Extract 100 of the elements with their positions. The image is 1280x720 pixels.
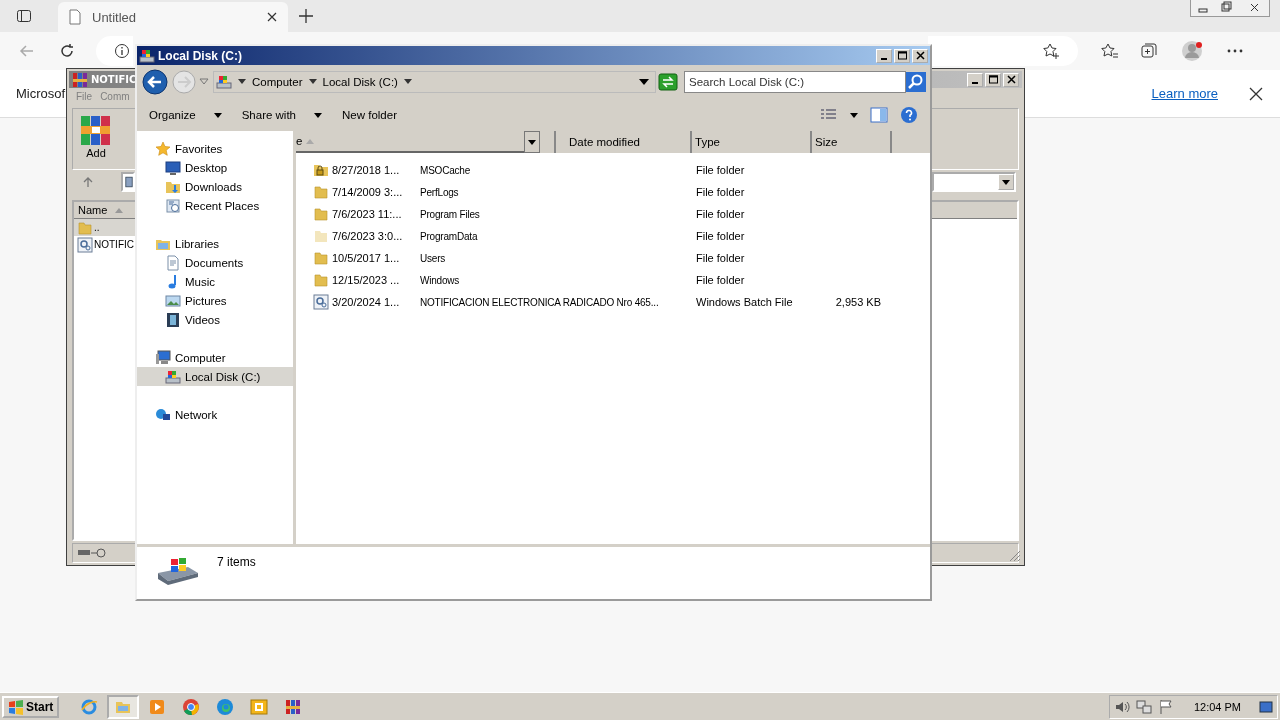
tab-actions-icon[interactable] — [16, 8, 32, 24]
table-cell[interactable]: NOTIFICACION ELECTRONICA RADICADO Nro 465... — [420, 296, 696, 308]
breadcrumb-item[interactable]: Local Disk (C:) — [322, 76, 398, 88]
maximize-button[interactable] — [894, 48, 910, 63]
close-icon[interactable] — [1248, 85, 1264, 102]
show-desktop-icon[interactable] — [1259, 699, 1273, 714]
nav-item[interactable]: Documents — [137, 253, 293, 272]
nav-item[interactable]: Network — [137, 405, 293, 424]
add-favorite-icon[interactable] — [1042, 42, 1060, 60]
table-cell[interactable]: Windows — [420, 274, 696, 286]
refresh-icon[interactable] — [58, 42, 76, 60]
caret-icon[interactable] — [403, 79, 412, 85]
help-icon[interactable] — [900, 106, 918, 124]
favorites-icon[interactable] — [1100, 42, 1118, 60]
flag-icon[interactable] — [1157, 698, 1174, 715]
new-tab-icon[interactable] — [298, 8, 314, 24]
drive-icon — [216, 74, 232, 90]
table-cell[interactable]: ProgramData — [420, 230, 696, 242]
column-header[interactable]: Name — [74, 202, 134, 218]
table-cell-text: 7/6/2023 3:0... — [332, 230, 404, 242]
caret-icon[interactable] — [308, 79, 317, 85]
column-header[interactable]: Type — [692, 131, 812, 153]
search-icon[interactable] — [906, 72, 926, 92]
address-bar[interactable] — [96, 36, 133, 66]
caret-icon[interactable] — [238, 79, 246, 85]
table-cell[interactable]: PerfLogs — [420, 186, 696, 198]
table-cell-text: 3/20/2024 1... — [332, 296, 401, 308]
drive-key-icon — [77, 547, 107, 559]
folder-icon — [313, 206, 329, 222]
maximize-button[interactable] — [985, 72, 1001, 87]
back-button[interactable] — [141, 68, 169, 96]
network-icon — [155, 406, 171, 423]
caret-icon[interactable] — [850, 112, 858, 118]
table-cell[interactable]: MSOCache — [420, 164, 696, 176]
archive-books-icon — [79, 113, 113, 147]
column-header[interactable]: Date modified — [556, 131, 692, 153]
mail-app-icon — [250, 697, 269, 716]
item-count: 7 items — [217, 555, 256, 569]
minimize-button[interactable] — [876, 48, 892, 63]
folder-icon — [77, 219, 93, 236]
close-icon[interactable] — [266, 11, 278, 23]
breadcrumb-item[interactable]: Computer — [252, 76, 303, 88]
path-field-end[interactable] — [932, 172, 1016, 192]
view-list-icon[interactable] — [820, 108, 838, 122]
chrome-icon — [182, 697, 201, 716]
profile-avatar[interactable] — [1180, 39, 1204, 63]
dropdown-button[interactable] — [524, 131, 540, 153]
browser-tab[interactable]: Untitled — [58, 2, 288, 32]
minimize-button[interactable] — [967, 72, 983, 87]
table-cell-text: File folder — [696, 186, 746, 198]
nav-item[interactable]: Downloads — [137, 177, 293, 196]
command-button[interactable]: Share with — [235, 105, 328, 125]
up-arrow-icon[interactable] — [81, 175, 95, 189]
minimize-icon — [972, 81, 978, 84]
drive-icon — [165, 368, 181, 385]
table-cell[interactable]: Users — [420, 252, 696, 264]
command-button[interactable]: New folder — [336, 105, 403, 125]
preview-pane-icon[interactable] — [870, 107, 888, 123]
file-row[interactable]: .. — [74, 219, 135, 236]
table-cell-text: 12/15/2023 ... — [332, 274, 401, 286]
info-icon[interactable] — [114, 43, 130, 59]
gear-file-icon — [77, 236, 93, 253]
search-field[interactable]: Search Local Disk (C:) — [684, 71, 906, 93]
close-button[interactable] — [912, 48, 928, 63]
gear-file-icon — [313, 294, 329, 310]
column-header[interactable]: e — [296, 131, 524, 153]
collections-icon[interactable] — [1140, 42, 1158, 60]
nav-item[interactable]: Local Disk (C:) — [137, 367, 293, 386]
path-field[interactable] — [121, 172, 135, 192]
refresh-button[interactable] — [658, 73, 678, 91]
history-dropdown-icon[interactable] — [199, 78, 209, 86]
address-field[interactable]: Computer Local Disk (C:) — [213, 71, 656, 93]
close-button[interactable] — [1003, 72, 1019, 87]
resize-grip-icon[interactable] — [1009, 550, 1021, 562]
folder-icon — [313, 250, 329, 266]
nav-item[interactable]: Recent Places — [137, 196, 293, 215]
media-player-icon — [148, 697, 167, 716]
start-button[interactable]: Start — [2, 695, 60, 718]
table-cell[interactable]: Program Files — [420, 208, 696, 220]
learn-more-link[interactable]: Learn more — [1151, 86, 1218, 101]
nav-item[interactable]: Desktop — [137, 158, 293, 177]
folder-icon — [313, 228, 329, 244]
command-button[interactable]: Organize — [143, 105, 228, 125]
nav-item[interactable]: Favorites — [137, 139, 293, 158]
table-cell-text: File folder — [696, 230, 746, 242]
network-icon[interactable] — [1135, 698, 1152, 715]
nav-item[interactable]: Libraries — [137, 234, 293, 253]
window-title: Local Disk (C:) — [158, 48, 242, 63]
add-button[interactable]: Add — [79, 113, 113, 159]
window-controls[interactable] — [1190, 0, 1270, 17]
nav-item[interactable]: Videos — [137, 310, 293, 329]
nav-item[interactable]: Pictures — [137, 291, 293, 310]
sort-arrow-icon — [306, 138, 315, 144]
dropdown-icon[interactable] — [639, 79, 649, 85]
nav-item[interactable]: Computer — [137, 348, 293, 367]
ie-icon — [80, 697, 99, 716]
nav-item[interactable]: Music — [137, 272, 293, 291]
file-row[interactable]: NOTIFIC — [74, 236, 134, 253]
clock[interactable]: 12:04 PM — [1193, 700, 1241, 713]
column-header[interactable]: Size — [812, 131, 892, 153]
